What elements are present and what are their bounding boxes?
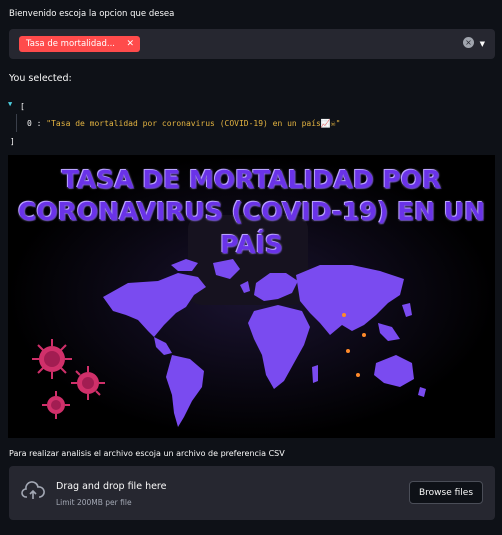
json-open-bracket: [ [20, 102, 25, 111]
json-index: 0 [27, 119, 32, 128]
file-dropzone[interactable]: Drag and drop file here Limit 200MB per … [9, 466, 495, 520]
file-limit-text: Limit 200MB per file [56, 498, 132, 507]
banner-title-line-3: PAÍS [220, 230, 283, 259]
remove-tag-icon[interactable]: ✕ [126, 36, 134, 52]
selected-option-tag: Tasa de mortalidad... ✕ [19, 36, 140, 52]
banner-title-line-1: TASA DE MORTALIDAD POR [61, 165, 442, 194]
json-row: 0 : "Tasa de mortalidad por coronavirus … [27, 119, 341, 128]
option-multiselect[interactable]: Tasa de mortalidad... ✕ × ▼ [9, 29, 495, 59]
selected-tag-label: Tasa de mortalidad... [26, 39, 116, 49]
collapse-toggle-icon[interactable]: ▼ [8, 100, 12, 108]
uploader-label: Para realizar analisis el archivo escoja… [9, 449, 285, 458]
you-selected-label: You selected: [9, 73, 72, 84]
banner-title-line-2: CORONAVIRUS (COVID-19) EN UN [17, 197, 486, 226]
select-label: Bienvenido escoja la opcion que desea [9, 9, 175, 19]
json-value: "Tasa de mortalidad por coronavirus (COV… [46, 119, 341, 128]
drag-drop-text: Drag and drop file here [56, 481, 167, 492]
json-close-bracket: ] [10, 137, 15, 146]
chevron-down-icon[interactable]: ▼ [480, 37, 485, 51]
clear-icon[interactable]: × [463, 37, 474, 48]
cloud-upload-icon [21, 481, 45, 499]
json-indent-guide [16, 114, 17, 132]
browse-files-button[interactable]: Browse files [409, 481, 483, 504]
covid-banner-image: TASA DE MORTALIDAD POR CORONAVIRUS (COVI… [8, 155, 495, 438]
